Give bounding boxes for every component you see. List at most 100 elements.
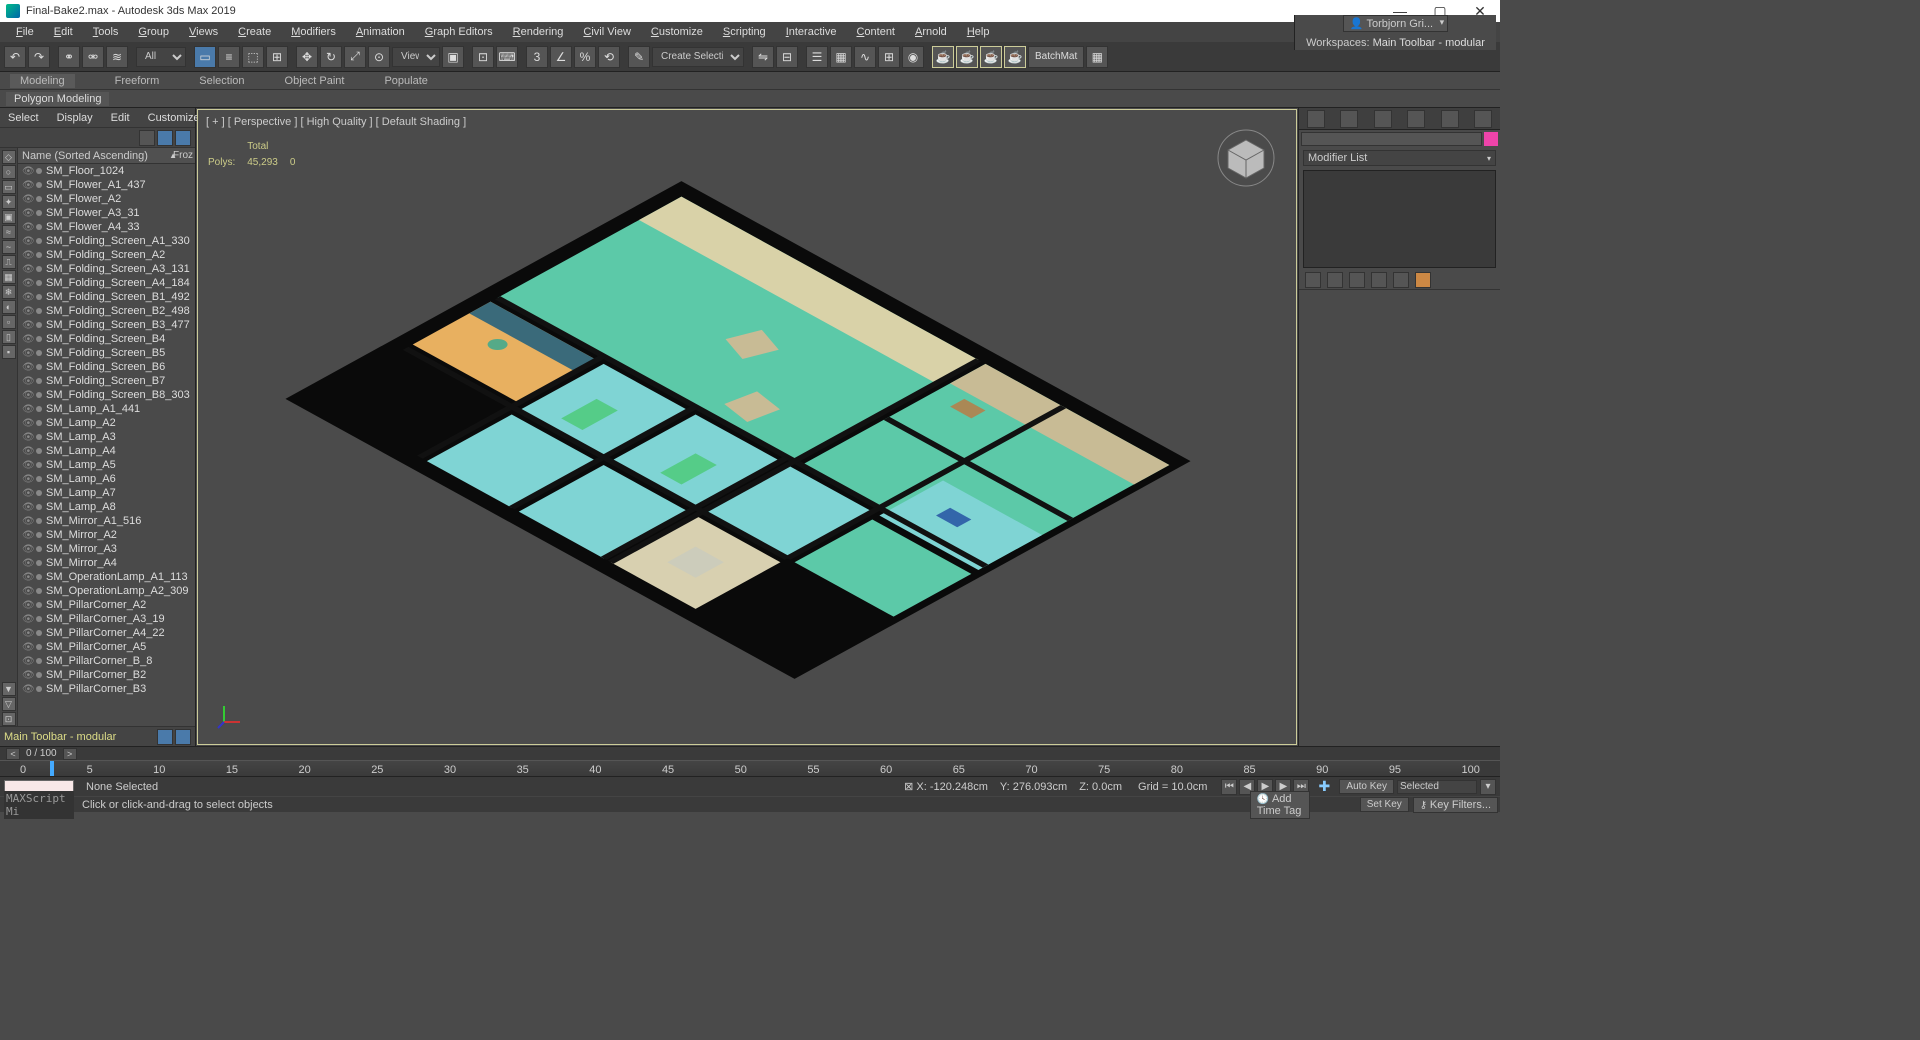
list-item[interactable]: 👁SM_Lamp_A3 [18,430,195,444]
modifier-sets-icon[interactable] [1415,272,1431,288]
viewcube-icon[interactable] [1216,128,1276,188]
snap-toggle-button[interactable]: 3 [526,46,548,68]
menu-file[interactable]: File [6,26,44,38]
display-tab-icon[interactable] [1441,110,1459,128]
list-item[interactable]: 👁SM_Folding_Screen_B3_477 [18,318,195,332]
visibility-icon[interactable]: 👁 [22,586,32,597]
list-item[interactable]: 👁SM_Folding_Screen_B1_492 [18,290,195,304]
visibility-icon[interactable]: 👁 [22,180,32,191]
scene-explorer-icon[interactable] [175,729,191,745]
visibility-icon[interactable]: 👁 [22,264,32,275]
visibility-icon[interactable]: 👁 [22,348,32,359]
filter-helpers-icon[interactable]: ≈ [2,225,16,239]
list-item[interactable]: 👁SM_Folding_Screen_A4_184 [18,276,195,290]
render-iterative-button[interactable]: ☕ [1004,46,1026,68]
render-setup-button[interactable]: ☕ [932,46,954,68]
scene-menu-display[interactable]: Display [57,112,93,124]
visibility-icon[interactable]: 👁 [22,166,32,177]
list-item[interactable]: 👁SM_Lamp_A7 [18,486,195,500]
object-color-swatch[interactable] [1484,132,1498,146]
frame-prev-button[interactable]: < [6,748,20,760]
keyboard-shortcut-button[interactable]: ⌨ [496,46,518,68]
visibility-icon[interactable]: 👁 [22,530,32,541]
menu-group[interactable]: Group [128,26,179,38]
pin-stack-icon[interactable] [1305,272,1321,288]
visibility-icon[interactable]: 👁 [22,684,32,695]
visibility-icon[interactable]: 👁 [22,236,32,247]
menu-interactive[interactable]: Interactive [776,26,847,38]
key-mode-icon[interactable]: ✚ [1313,779,1335,795]
list-item[interactable]: 👁SM_PillarCorner_B_8 [18,654,195,668]
visibility-icon[interactable]: 👁 [22,208,32,219]
list-item[interactable]: 👁SM_Folding_Screen_A2 [18,248,195,262]
filter-hidden-icon[interactable]: ◐ [2,300,16,314]
visibility-icon[interactable]: 👁 [22,502,32,513]
visibility-icon[interactable]: 👁 [22,558,32,569]
filter-more-icon[interactable]: ▪ [2,345,16,359]
visibility-icon[interactable]: 👁 [22,194,32,205]
angle-snap-button[interactable]: ∠ [550,46,572,68]
menu-scripting[interactable]: Scripting [713,26,776,38]
ribbon-tab-objectpaint[interactable]: Object Paint [285,75,345,87]
modify-tab-icon[interactable] [1340,110,1358,128]
mirror-button[interactable]: ⇋ [752,46,774,68]
filter-funnel-icon[interactable] [175,130,191,146]
visibility-icon[interactable]: 👁 [22,614,32,625]
filter-container-icon[interactable]: ▦ [2,270,16,284]
timeline[interactable]: 0510152025303540455055606570758085909510… [0,760,1500,776]
frame-next-button[interactable]: > [63,748,77,760]
list-item[interactable]: 👁SM_PillarCorner_A2 [18,598,195,612]
expand-icon[interactable]: ⊡ [2,712,16,726]
sort-desc-icon[interactable]: ▽ [2,697,16,711]
pivot-center-button[interactable]: ▣ [442,46,464,68]
scene-menu-customize[interactable]: Customize [148,112,200,124]
create-tab-icon[interactable] [1307,110,1325,128]
window-crossing-button[interactable]: ⊞ [266,46,288,68]
render-production-button[interactable]: ☕ [980,46,1002,68]
link-button[interactable]: ⚭ [58,46,80,68]
select-object-button[interactable]: ▭ [194,46,216,68]
list-item[interactable]: 👁SM_Lamp_A4 [18,444,195,458]
modifier-list-dropdown[interactable]: Modifier List [1303,150,1496,166]
list-item[interactable]: 👁SM_Lamp_A6 [18,472,195,486]
visibility-icon[interactable]: 👁 [22,250,32,261]
filter-group-icon[interactable]: ▯ [2,330,16,344]
filter-lights-icon[interactable]: ✦ [2,195,16,209]
list-item[interactable]: 👁SM_Lamp_A1_441 [18,402,195,416]
filter-geometry-icon[interactable]: ○ [2,165,16,179]
user-account-button[interactable]: 👤 Torbjorn Gri... [1343,15,1448,32]
goto-start-button[interactable]: ⏮ [1221,779,1237,795]
list-item[interactable]: 👁SM_Folding_Screen_B6 [18,360,195,374]
menu-modifiers[interactable]: Modifiers [281,26,346,38]
configure-sets-icon[interactable] [1393,272,1409,288]
ribbon-tab-modeling[interactable]: Modeling [10,74,75,88]
visibility-icon[interactable]: 👁 [22,446,32,457]
scene-object-list[interactable]: 👁SM_Floor_1024👁SM_Flower_A1_437👁SM_Flowe… [18,164,195,726]
ribbon-tab-selection[interactable]: Selection [199,75,244,87]
visibility-icon[interactable]: 👁 [22,418,32,429]
motion-tab-icon[interactable] [1407,110,1425,128]
refcoord-dropdown[interactable]: View [392,47,440,67]
scale-button[interactable]: ⤢ [344,46,366,68]
list-item[interactable]: 👁SM_Lamp_A5 [18,458,195,472]
list-item[interactable]: 👁SM_PillarCorner_A4_22 [18,626,195,640]
list-item[interactable]: 👁SM_PillarCorner_B3 [18,682,195,696]
menu-help[interactable]: Help [957,26,1000,38]
align-button[interactable]: ⊟ [776,46,798,68]
visibility-icon[interactable]: 👁 [22,320,32,331]
list-item[interactable]: 👁SM_Flower_A3_31 [18,206,195,220]
layer-explorer-button[interactable]: ☰ [806,46,828,68]
list-item[interactable]: 👁SM_Flower_A1_437 [18,178,195,192]
menu-tools[interactable]: Tools [83,26,129,38]
menu-grapheditors[interactable]: Graph Editors [415,26,503,38]
menu-views[interactable]: Views [179,26,228,38]
visibility-icon[interactable]: 👁 [22,432,32,443]
visibility-icon[interactable]: 👁 [22,334,32,345]
visibility-icon[interactable]: 👁 [22,628,32,639]
toggle-ribbon-button[interactable]: ▦ [830,46,852,68]
maxscript-listener[interactable]: MAXScript Mi [4,791,74,819]
menu-civilview[interactable]: Civil View [573,26,640,38]
menu-rendering[interactable]: Rendering [503,26,574,38]
percent-snap-button[interactable]: % [574,46,596,68]
keyfilters-button[interactable]: ⚷ Key Filters... [1413,797,1498,813]
